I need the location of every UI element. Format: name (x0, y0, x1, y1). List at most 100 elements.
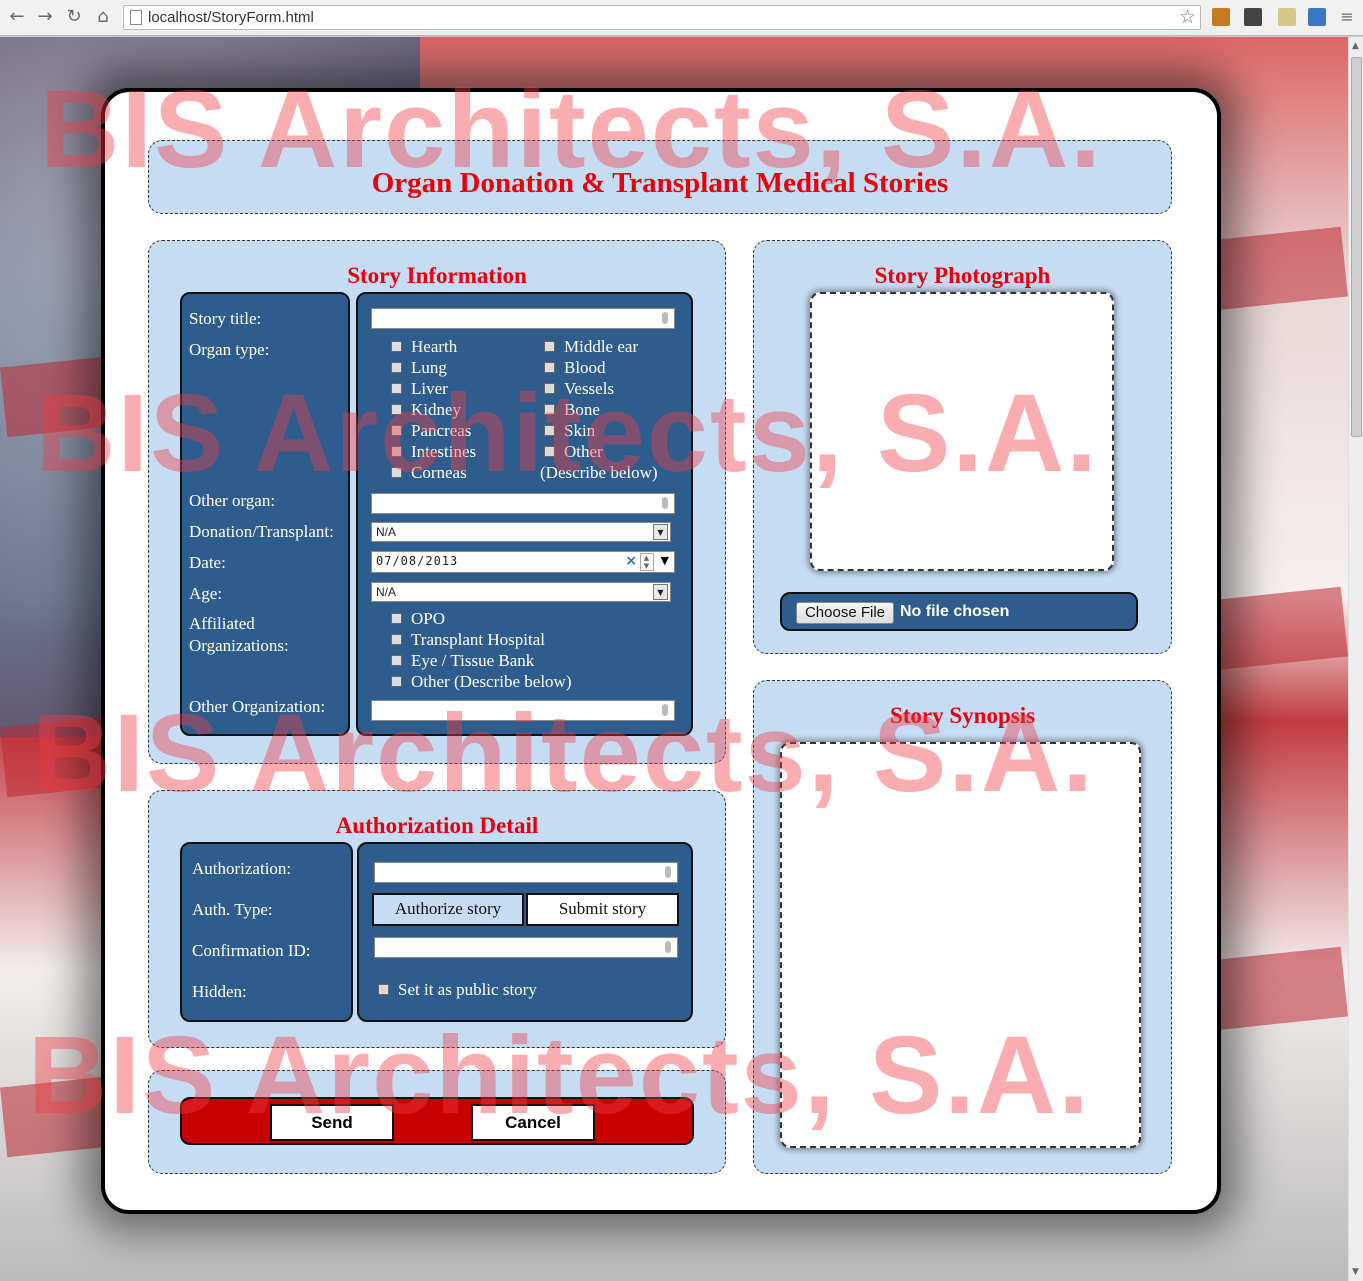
menu-icon[interactable]: ≡ (1336, 6, 1358, 28)
checkbox[interactable] (391, 467, 402, 478)
organ-checkbox-intestines[interactable]: Intestines (391, 442, 476, 462)
choose-file-button[interactable]: Choose File (796, 602, 894, 624)
organ-checkbox-pancreas[interactable]: Pancreas (391, 421, 471, 441)
checkbox[interactable] (391, 341, 402, 352)
org-checkbox-opo[interactable]: OPO (391, 609, 445, 629)
organ-checkbox-hearth[interactable]: Hearth (391, 337, 457, 357)
organizations-label: Organizations: (189, 636, 289, 655)
bookmark-star-icon[interactable]: ☆ (1179, 6, 1196, 28)
scroll-up-icon[interactable]: ▲ (1352, 41, 1359, 51)
donation-transplant-label: Donation/Transplant: (189, 522, 334, 541)
checkbox[interactable] (544, 362, 555, 373)
checkbox[interactable] (544, 446, 555, 457)
checkbox[interactable] (544, 425, 555, 436)
checkbox[interactable] (544, 404, 555, 415)
page-icon (130, 10, 142, 25)
organ-checkbox-middle-ear[interactable]: Middle ear (544, 337, 638, 357)
scroll-down-icon[interactable]: ▼ (1352, 1267, 1359, 1277)
checkbox[interactable] (391, 655, 402, 666)
donation-transplant-select[interactable]: N/A ▼ (371, 522, 671, 542)
public-story-checkbox[interactable]: Set it as public story (378, 980, 537, 1000)
extension-sound-icon[interactable] (1308, 8, 1326, 26)
checkbox[interactable] (391, 676, 402, 687)
checkbox-label: Lung (411, 358, 447, 377)
date-input[interactable]: 07/08/2013 × ▲ ▼ ▼ (371, 551, 675, 573)
checkbox-label: Other (Describe below) (411, 672, 572, 691)
calendar-dropdown-icon[interactable]: ▼ (661, 554, 670, 567)
age-select[interactable]: N/A ▼ (371, 582, 671, 602)
extension-note-icon[interactable] (1278, 8, 1296, 26)
submit-story-button[interactable]: Submit story (526, 893, 679, 926)
home-icon[interactable]: ⌂ (92, 6, 114, 28)
story-title-input[interactable] (371, 308, 675, 329)
date-value: 07/08/2013 (376, 554, 459, 568)
microphone-icon[interactable] (662, 312, 668, 324)
organ-checkbox-blood[interactable]: Blood (544, 358, 606, 378)
org-checkbox-eye-tissue-bank[interactable]: Eye / Tissue Bank (391, 651, 534, 671)
checkbox-label: OPO (411, 609, 446, 628)
extension-screenshot-icon[interactable] (1244, 8, 1262, 26)
checkbox-label: Corneas (411, 463, 467, 482)
authorization-title: Authorization Detail (335, 813, 539, 838)
browser-toolbar: ← → ↻ ⌂ localhost/StoryForm.html ☆ ≡ (0, 0, 1363, 36)
page-title: Organ Donation & Transplant Medical Stor… (371, 167, 949, 199)
authorization-input[interactable] (374, 862, 678, 883)
select-value: N/A (376, 585, 397, 599)
select-value: N/A (376, 525, 397, 539)
extension-book-icon[interactable] (1212, 8, 1230, 26)
confirmation-id-input[interactable] (374, 937, 678, 958)
checkbox[interactable] (378, 984, 389, 995)
back-icon[interactable]: ← (6, 6, 28, 28)
checkbox[interactable] (391, 634, 402, 645)
cancel-button[interactable]: Cancel (471, 1104, 595, 1141)
send-button[interactable]: Send (270, 1104, 394, 1141)
chevron-down-icon[interactable]: ▼ (653, 524, 668, 540)
date-spinner-icon[interactable]: ▲ ▼ (640, 553, 654, 571)
address-bar[interactable]: localhost/StoryForm.html ☆ (123, 5, 1201, 30)
organ-checkbox-lung[interactable]: Lung (391, 358, 447, 378)
microphone-icon[interactable] (665, 941, 671, 953)
checkbox[interactable] (391, 425, 402, 436)
organ-checkbox-liver[interactable]: Liver (391, 379, 448, 399)
organ-other-note: (Describe below) (540, 463, 658, 482)
org-checkbox-transplant-hospital[interactable]: Transplant Hospital (391, 630, 545, 650)
story-photograph-title: Story Photograph (874, 263, 1051, 288)
checkbox[interactable] (391, 446, 402, 457)
organ-checkbox-skin[interactable]: Skin (544, 421, 595, 441)
synopsis-textarea[interactable] (780, 742, 1141, 1148)
reload-icon[interactable]: ↻ (63, 6, 85, 28)
organ-checkbox-corneas[interactable]: Corneas (391, 463, 467, 483)
hidden-label: Hidden: (192, 982, 247, 1001)
other-organ-input[interactable] (371, 493, 675, 514)
microphone-icon[interactable] (662, 704, 668, 716)
checkbox-label: Vessels (564, 379, 615, 398)
authorize-story-button[interactable]: Authorize story (372, 893, 524, 926)
checkbox[interactable] (544, 383, 555, 394)
authorization-label: Authorization: (192, 859, 292, 878)
microphone-icon[interactable] (665, 866, 671, 878)
checkbox[interactable] (391, 613, 402, 624)
organ-checkbox-kidney[interactable]: Kidney (391, 400, 461, 420)
page-scrollbar[interactable]: ▲ ▼ (1348, 37, 1363, 1281)
checkbox[interactable] (544, 341, 555, 352)
other-organization-input[interactable] (371, 700, 675, 721)
story-title-label: Story title: (189, 309, 262, 328)
url-text: localhost/StoryForm.html (148, 9, 314, 26)
org-checkbox-other[interactable]: Other (Describe below) (391, 672, 572, 692)
checkbox[interactable] (391, 404, 402, 415)
microphone-icon[interactable] (662, 497, 668, 509)
checkbox[interactable] (391, 362, 402, 373)
confirmation-id-label: Confirmation ID: (192, 941, 311, 960)
clear-date-icon[interactable]: × (625, 553, 638, 569)
checkbox-label: Bone (564, 400, 600, 419)
chevron-down-icon[interactable]: ▼ (653, 584, 668, 600)
organ-checkbox-bone[interactable]: Bone (544, 400, 600, 420)
file-upload-bar: Choose File No file chosen (780, 592, 1138, 631)
organ-checkbox-other[interactable]: Other (544, 442, 603, 462)
scroll-thumb[interactable] (1351, 57, 1362, 437)
checkbox-label: Hearth (411, 337, 458, 356)
checkbox[interactable] (391, 383, 402, 394)
header-panel: Organ Donation & Transplant Medical Stor… (148, 140, 1172, 214)
organ-checkbox-vessels[interactable]: Vessels (544, 379, 614, 399)
forward-icon[interactable]: → (34, 6, 56, 28)
